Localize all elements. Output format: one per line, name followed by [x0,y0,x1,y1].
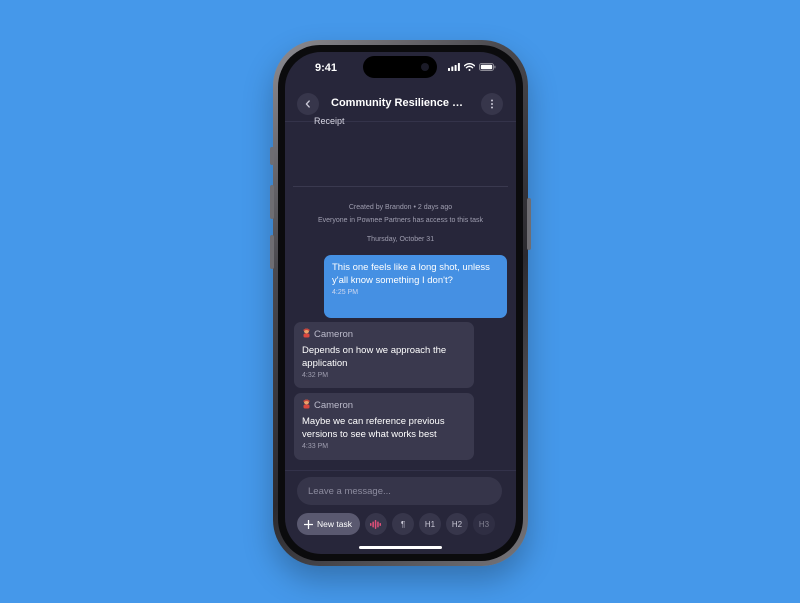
message-time: 4:25 PM [332,289,359,296]
new-task-button[interactable]: New task [297,513,360,535]
divider [293,186,508,187]
message-bubble-cameron[interactable]: Cameron Maybe we can reference previous … [294,393,474,460]
message-text: Depends on how we approach the applicati… [302,345,447,369]
status-time: 9:41 [315,62,338,74]
sender-name: Cameron [314,400,354,411]
sender-row: Cameron [302,399,466,412]
chevron-left-icon [305,100,310,108]
dynamic-island [363,56,437,78]
power-button [527,198,531,250]
home-indicator [359,546,442,549]
mute-switch [270,147,274,165]
message-bubble-mine[interactable]: This one feels like a long shot, unless … [324,255,507,318]
access-line: Everyone in Pownee Partners has access t… [318,217,483,224]
page-title: Community Resilience & ... [331,97,469,109]
previous-content-text: Receipt [314,116,345,126]
message-text: Maybe we can reference previous versions… [302,416,445,440]
message-text: This one feels like a long shot, unless … [332,262,490,286]
heading-3-button[interactable]: H3 [472,513,495,535]
sender-name: Cameron [314,329,354,340]
message-time: 4:33 PM [302,443,329,450]
battery-icon [479,63,496,71]
new-task-label: New task [317,519,352,529]
voice-button[interactable] [364,513,387,535]
phone-screen: 9:41 Community Resilience & ... Receipt … [285,52,516,554]
volume-up-button [270,185,274,219]
paragraph-button[interactable]: ¶ [391,513,414,535]
plus-icon [304,519,313,529]
avatar [302,328,311,341]
heading-1-button[interactable]: H1 [418,513,441,535]
back-button[interactable] [297,93,319,115]
sender-row: Cameron [302,328,466,341]
avatar [302,399,311,412]
message-time: 4:32 PM [302,372,329,379]
volume-down-button [270,235,274,269]
composer-toolbar: New task ¶ H1 H2 H3 [297,513,495,535]
avatar-icon [303,328,310,338]
status-icons [448,63,496,71]
heading-2-button[interactable]: H2 [445,513,468,535]
date-separator: Thursday, October 31 [366,236,435,243]
message-bubble-cameron[interactable]: Cameron Depends on how we approach the a… [294,322,474,388]
waveform-icon [370,519,382,529]
created-by-line: Created by Brandon • 2 days ago [348,204,453,211]
message-input[interactable] [308,485,491,497]
more-vertical-icon [491,99,493,109]
signal-icon [448,63,460,71]
avatar-icon [303,399,310,409]
more-options-button[interactable] [481,93,503,115]
composer-divider [285,470,516,471]
message-composer [297,477,502,505]
camera-icon [421,63,429,71]
wifi-icon [464,63,475,71]
